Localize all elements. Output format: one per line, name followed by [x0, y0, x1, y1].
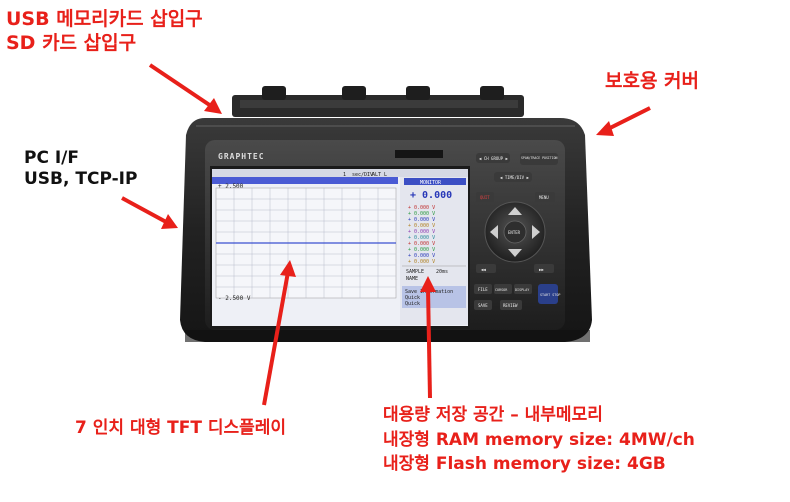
- svg-text:◀ TIME/DIV ▶: ◀ TIME/DIV ▶: [500, 175, 529, 180]
- arrow-pc: [121, 196, 169, 225]
- svg-text:DISPLAY: DISPLAY: [515, 288, 529, 292]
- callout-usb-card-slot: USB 메모리카드 삽입구 SD 카드 삽입구: [6, 8, 203, 56]
- arrow-memory: [426, 287, 432, 399]
- callout-memory-line2: 내장형 RAM memory size: 4MW/ch: [383, 429, 695, 450]
- svg-text:SPAN/TRACE POSITION: SPAN/TRACE POSITION: [521, 156, 558, 160]
- fast-forward-button[interactable]: [534, 264, 554, 273]
- svg-text:◀ CH GROUP ▶: ◀ CH GROUP ▶: [479, 156, 508, 161]
- monitor-label: MONITOR: [420, 180, 442, 186]
- svg-text:CURSOR: CURSOR: [495, 288, 508, 292]
- channel-readings: + 0.000 V + 0.000 V + 0.000 V + 0.000 V …: [408, 205, 435, 265]
- svg-text:REVIEW: REVIEW: [503, 303, 518, 308]
- rewind-button[interactable]: [476, 264, 496, 273]
- svg-text:ENTER: ENTER: [508, 230, 521, 235]
- svg-text:QUIT: QUIT: [480, 195, 490, 200]
- bottom-scale-label: - 2.500 V: [218, 295, 251, 302]
- top-connector-cover: [232, 86, 524, 117]
- arrow-cover: [607, 106, 651, 131]
- product-diagram: GRAPHTEC 1 sec/DIV ALT L + 2.500 - 2.500…: [0, 0, 790, 502]
- name-label: NAME: [406, 276, 418, 282]
- svg-text:+ 0.000 V: + 0.000 V: [408, 259, 435, 265]
- brand-logo: GRAPHTEC: [218, 152, 265, 161]
- arrow-usb: [148, 63, 216, 110]
- svg-text:◀◀: ◀◀: [481, 267, 486, 272]
- callout-usb-line2: SD 카드 삽입구: [6, 31, 137, 54]
- sample-label: SAMPLE: [406, 269, 424, 275]
- big-reading: + 0.000: [410, 190, 452, 201]
- svg-text:▶▶: ▶▶: [539, 267, 544, 272]
- callout-pc-line1: PC I/F: [24, 148, 80, 168]
- svg-text:START STOP: START STOP: [540, 293, 560, 297]
- callout-memory-line1: 대용량 저장 공간 – 내부메모리: [383, 405, 603, 425]
- svg-text:MENU: MENU: [539, 195, 549, 200]
- svg-text:SAVE: SAVE: [478, 303, 488, 308]
- info-line-3: Quick: [405, 301, 420, 307]
- tft-screen: 1 sec/DIV ALT L + 2.500 - 2.500 V MONITO…: [210, 166, 470, 329]
- callout-internal-memory: 대용량 저장 공간 – 내부메모리 내장형 RAM memory size: 4…: [383, 403, 695, 477]
- svg-text:FILE: FILE: [478, 287, 488, 292]
- sample-value: 20ms: [436, 269, 448, 275]
- callout-pc-line2: USB, TCP-IP: [24, 169, 138, 190]
- callout-tft-display: 7 인치 대형 TFT 디스플레이: [75, 418, 287, 438]
- callout-usb-line1: USB 메모리카드 삽입구: [6, 8, 203, 30]
- callout-pc-interface: PC I/F USB, TCP-IP: [24, 148, 137, 191]
- callout-protective-cover: 보호용 커버: [605, 70, 700, 92]
- callout-memory-line3: 내장형 Flash memory size: 4GB: [383, 454, 666, 475]
